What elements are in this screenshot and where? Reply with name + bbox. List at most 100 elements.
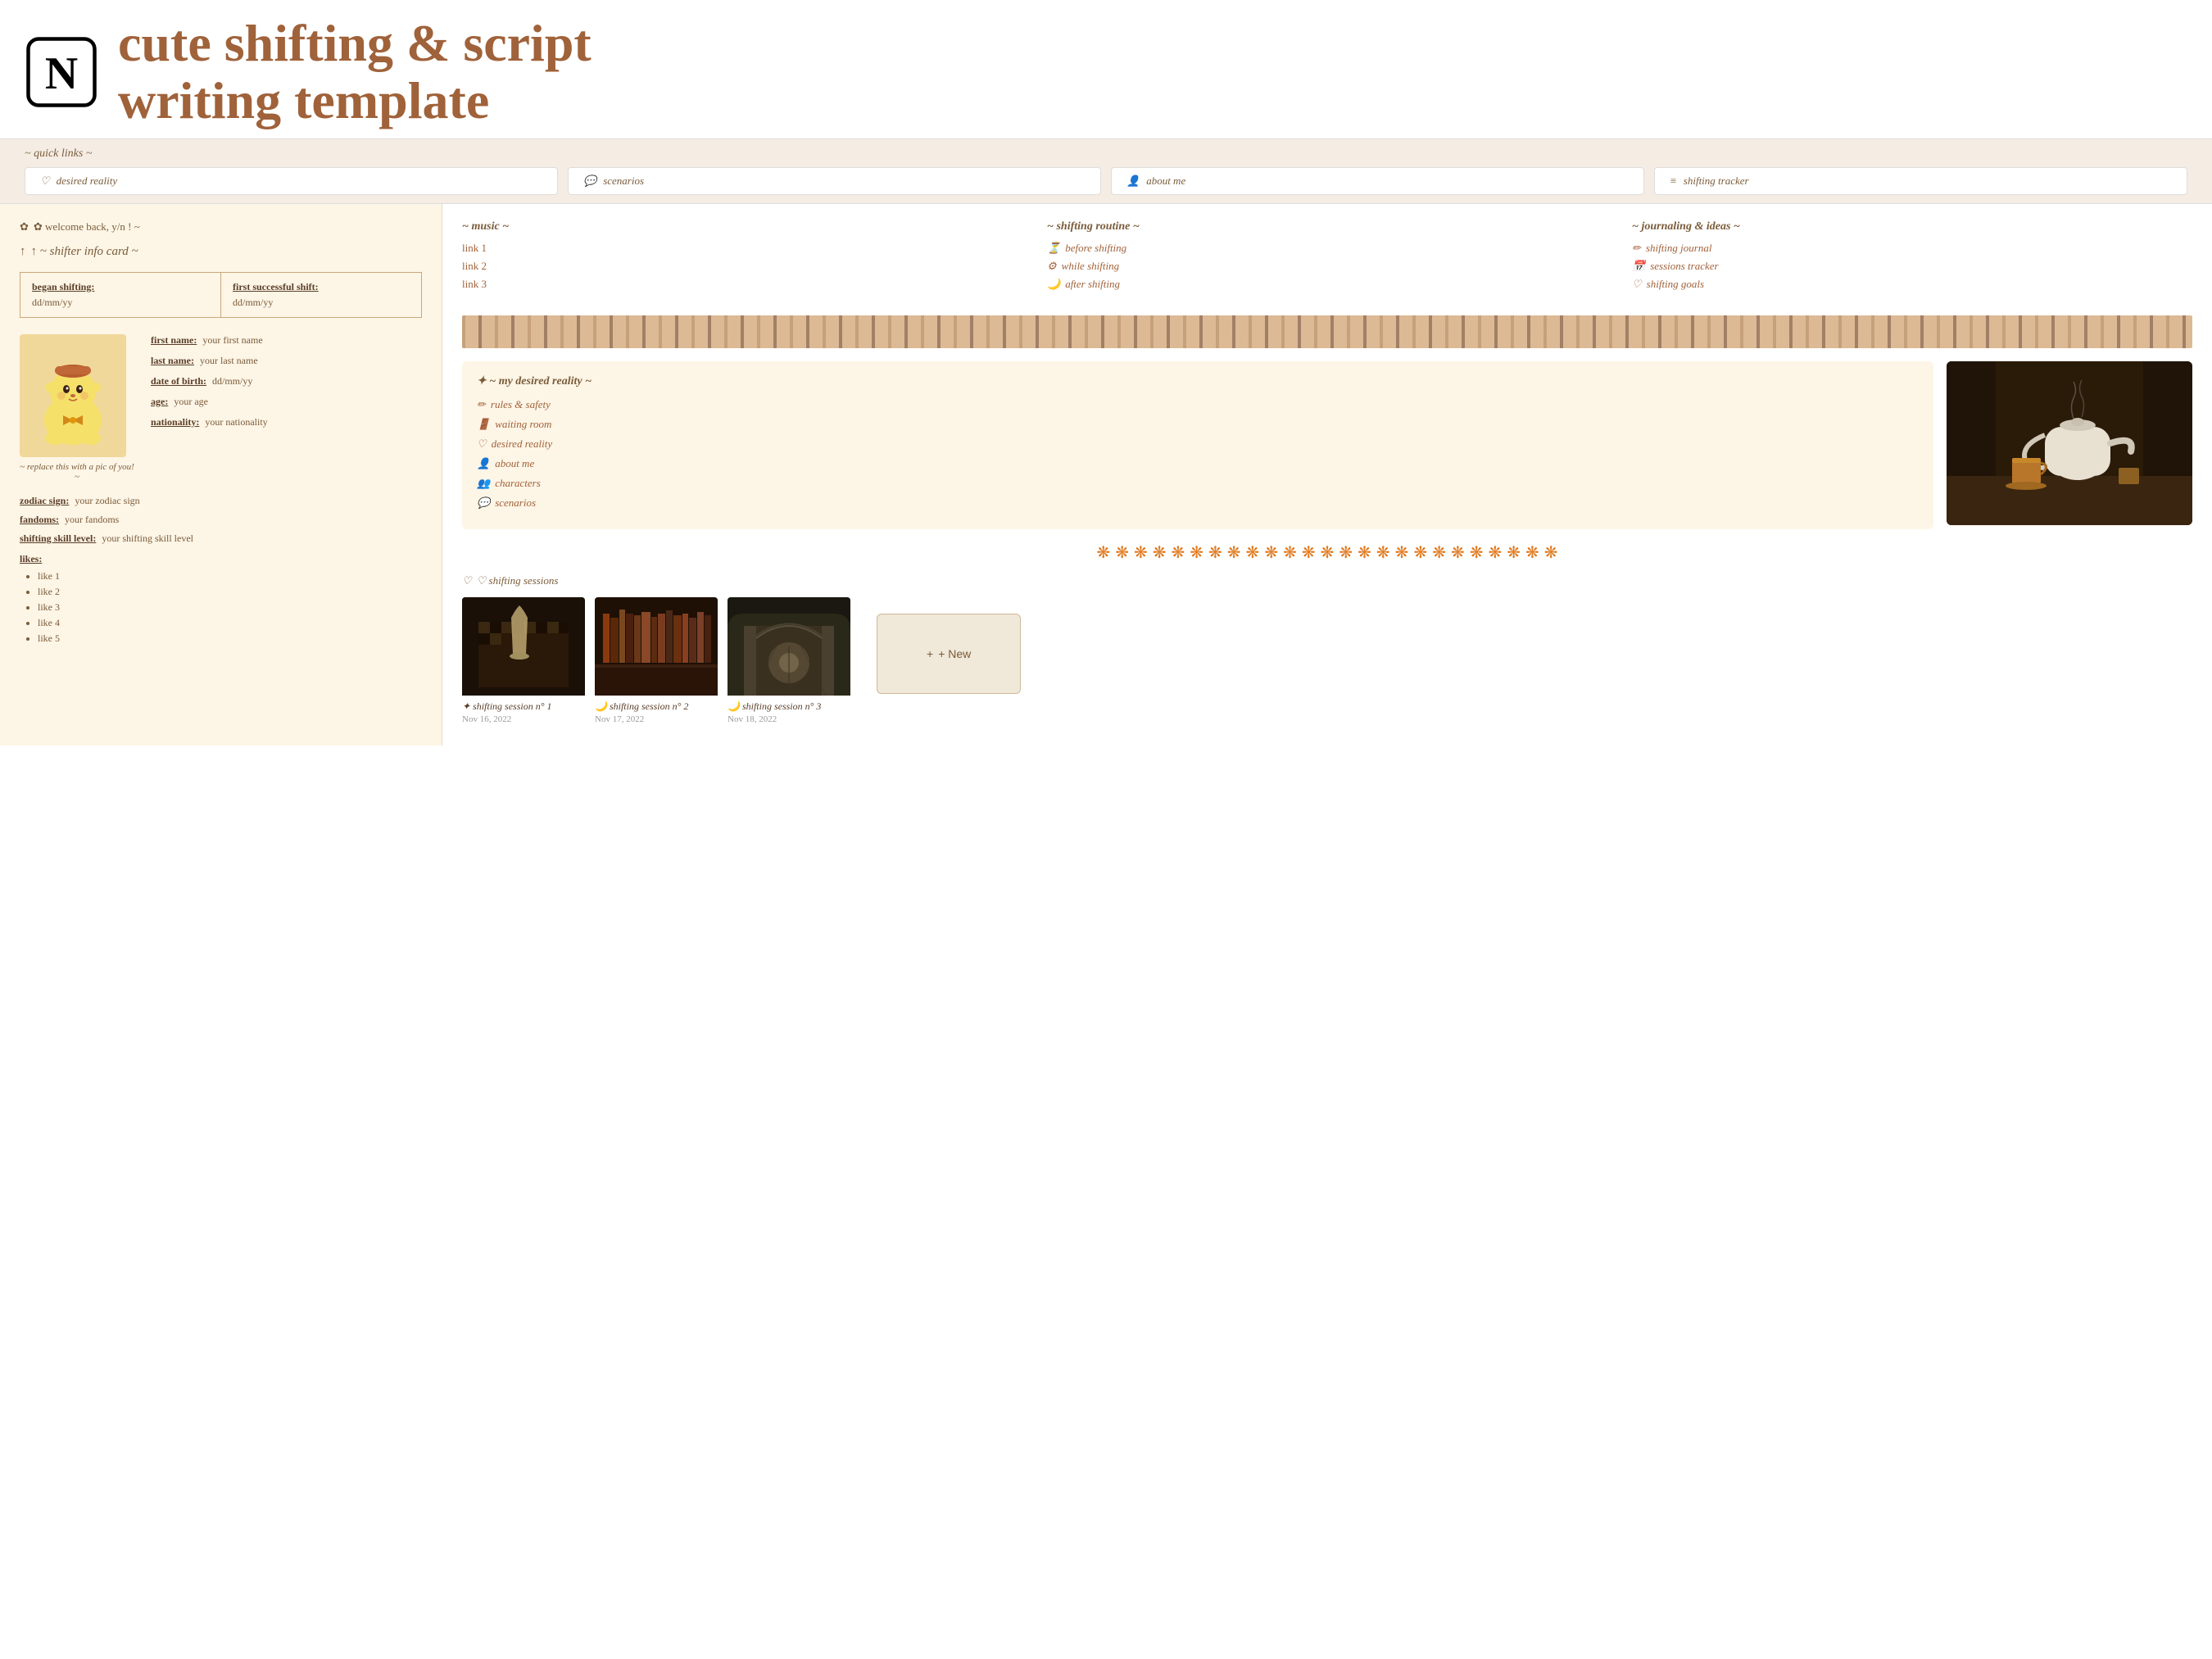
door-icon: 🚪 (477, 418, 490, 431)
list-item: like 5 (38, 632, 422, 645)
shifting-routine-column: ~ shifting routine ~ ⏳ before shifting ⚙… (1047, 220, 1607, 296)
flower-icon: ❋ (1264, 542, 1278, 563)
after-shifting-link[interactable]: 🌙 after shifting (1047, 278, 1607, 291)
session-image-3 (728, 597, 850, 696)
profile-section: ~ replace this with a pic of you! ~ firs… (20, 334, 422, 482)
session-image-2 (595, 597, 718, 696)
welcome-text: ✿ ✿ welcome back, y/n ! ~ (20, 220, 422, 233)
main-content: ✿ ✿ welcome back, y/n ! ~ ↑ ↑ ~ shifter … (0, 204, 2212, 746)
desired-reality-box: ✦ ~ my desired reality ~ ✏ rules & safet… (462, 361, 1933, 529)
field-last-name: last name: your last name (151, 355, 422, 367)
list-item: like 4 (38, 617, 422, 629)
quick-link-shifting-tracker[interactable]: ≡ shifting tracker (1654, 167, 2187, 195)
quick-link-about-me[interactable]: 👤 about me (1111, 167, 1644, 195)
likes-section: likes: like 1 like 2 like 3 like 4 like … (20, 553, 422, 645)
music-column: ~ music ~ link 1 link 2 link 3 (462, 220, 1022, 296)
heart-icon: ♡ (40, 175, 50, 188)
session-card-2[interactable]: 🌙 shifting session n° 2 Nov 17, 2022 (595, 597, 718, 729)
quick-links-label: ~ quick links ~ (25, 147, 2187, 161)
flower-icon: ❋ (1544, 542, 1558, 563)
pencil-icon: ✏ (477, 398, 486, 411)
hourglass-icon: ⏳ (1047, 242, 1060, 255)
flower-icon: ❋ (1171, 542, 1185, 563)
desired-reality-link[interactable]: ♡ desired reality (477, 437, 1919, 451)
flower-icon: ❋ (1208, 542, 1222, 563)
flower-icon: ❋ (1115, 542, 1129, 563)
extra-fields: zodiac sign: your zodiac sign fandoms: y… (20, 495, 422, 545)
sessions-bottom-row: ✦ shifting session n° 1 Nov 16, 2022 (462, 597, 2192, 729)
list-item: like 3 (38, 601, 422, 614)
about-me-link[interactable]: 👤 about me (477, 457, 1919, 470)
chat-icon: 💬 (477, 496, 490, 510)
flower-icon: ❋ (1376, 542, 1390, 563)
page-title: cute shifting & script writing template (118, 15, 592, 130)
list-item: like 2 (38, 586, 422, 598)
group-icon: 👥 (477, 477, 490, 490)
flower-icon: ❋ (1470, 542, 1484, 563)
moon-icon: 🌙 (1047, 278, 1060, 291)
shifting-goals-link[interactable]: ♡ shifting goals (1632, 278, 2192, 291)
flower-icon: ❋ (1302, 542, 1316, 563)
sessions-tracker-link[interactable]: 📅 sessions tracker (1632, 260, 2192, 273)
left-panel: ✿ ✿ welcome back, y/n ! ~ ↑ ↑ ~ shifter … (0, 204, 442, 746)
new-session-button[interactable]: + + New (877, 614, 1021, 694)
flower-icon: ❋ (1413, 542, 1427, 563)
flower-icon: ❋ (1339, 542, 1353, 563)
flower-icon: ❋ (1321, 542, 1335, 563)
field-zodiac: zodiac sign: your zodiac sign (20, 495, 422, 507)
profile-image (20, 334, 126, 457)
shifter-info-title: ↑ ↑ ~ shifter info card ~ (20, 245, 422, 259)
flower-icon: ❋ (1451, 542, 1465, 563)
profile-image-container: ~ replace this with a pic of you! ~ (20, 334, 134, 482)
flower-icon: ❋ (1096, 542, 1110, 563)
while-shifting-link[interactable]: ⚙ while shifting (1047, 260, 1607, 273)
rules-safety-link[interactable]: ✏ rules & safety (477, 398, 1919, 411)
dr-title: ✦ ~ my desired reality ~ (477, 374, 1919, 388)
music-link-3[interactable]: link 3 (462, 278, 1022, 291)
flower-icon: ❋ (1227, 542, 1241, 563)
sessions-grid: ✦ shifting session n° 1 Nov 16, 2022 (462, 597, 850, 729)
pencil-icon: ✏ (1632, 242, 1641, 255)
welcome-icon: ✿ (20, 220, 29, 233)
scenarios-link[interactable]: 💬 scenarios (477, 496, 1919, 510)
person-icon: 👤 (1126, 175, 1140, 188)
flower-icon: ❋ (1153, 542, 1167, 563)
characters-link[interactable]: 👥 characters (477, 477, 1919, 490)
began-shifting-box: began shifting: dd/mm/yy (20, 273, 221, 317)
session-card-3[interactable]: 🌙 shifting session n° 3 Nov 18, 2022 (728, 597, 850, 729)
flower-icon: ❋ (1246, 542, 1260, 563)
flower-icon: ❋ (1507, 542, 1521, 563)
pin-icon: ↑ (20, 245, 26, 259)
session-info-1: ✦ shifting session n° 1 Nov 16, 2022 (462, 696, 585, 729)
journaling-column: ~ journaling & ideas ~ ✏ shifting journa… (1632, 220, 2192, 296)
session-image-1 (462, 597, 585, 696)
info-columns: ~ music ~ link 1 link 2 link 3 ~ shiftin… (462, 220, 2192, 296)
flower-icon: ❋ (1190, 542, 1203, 563)
gear-icon: ⚙ (1047, 260, 1057, 273)
waiting-room-link[interactable]: 🚪 waiting room (477, 418, 1919, 431)
music-link-1[interactable]: link 1 (462, 242, 1022, 255)
field-skill-level: shifting skill level: your shifting skil… (20, 533, 422, 545)
before-shifting-link[interactable]: ⏳ before shifting (1047, 242, 1607, 255)
sessions-label: ♡ ♡ shifting sessions (462, 574, 2192, 587)
new-button-area: + + New (860, 597, 1037, 710)
quick-links-bar: ~ quick links ~ ♡ desired reality 💬 scen… (0, 138, 2212, 204)
list-item: like 1 (38, 570, 422, 582)
flower-icon: ❋ (1358, 542, 1371, 563)
session-card-1[interactable]: ✦ shifting session n° 1 Nov 16, 2022 (462, 597, 585, 729)
quick-link-scenarios[interactable]: 💬 scenarios (568, 167, 1101, 195)
music-link-2[interactable]: link 2 (462, 260, 1022, 273)
chat-icon: 💬 (583, 175, 596, 188)
heart-icon: ♡ (1632, 278, 1642, 291)
flower-icon: ❋ (1134, 542, 1148, 563)
person-icon: 👤 (477, 457, 490, 470)
shifting-journal-link[interactable]: ✏ shifting journal (1632, 242, 2192, 255)
quick-link-desired-reality[interactable]: ♡ desired reality (25, 167, 558, 195)
flower-icon: ❋ (1489, 542, 1503, 563)
field-dob: date of birth: dd/mm/yy (151, 375, 422, 388)
flowers-row: ❋ ❋ ❋ ❋ ❋ ❋ ❋ ❋ ❋ ❋ ❋ ❋ ❋ ❋ ❋ ❋ ❋ ❋ ❋ ❋ … (462, 542, 2192, 563)
flower-icon: ❋ (1395, 542, 1409, 563)
first-shift-box: first successful shift: dd/mm/yy (221, 273, 421, 317)
notion-logo: N (25, 35, 98, 109)
dr-row: ✦ ~ my desired reality ~ ✏ rules & safet… (462, 361, 2192, 529)
